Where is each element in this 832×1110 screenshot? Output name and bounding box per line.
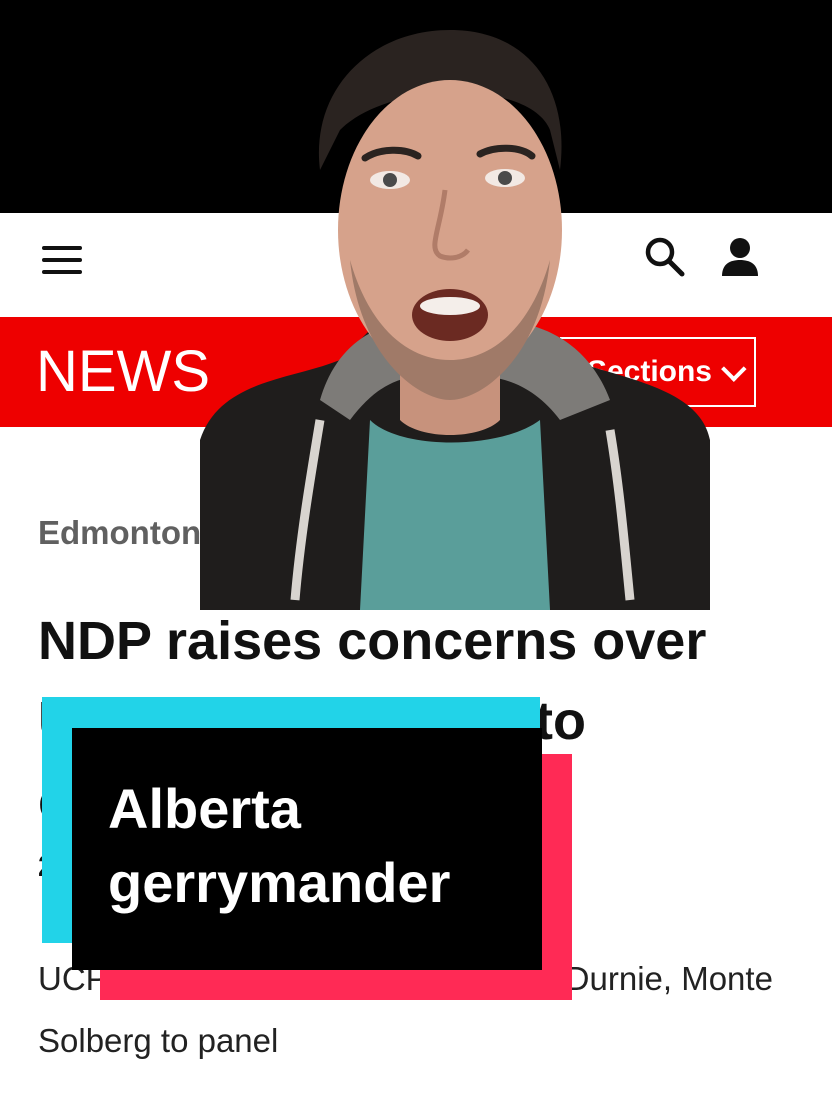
user-icon[interactable] (720, 236, 760, 278)
chevron-down-icon (721, 356, 747, 382)
caption-line-1: Alberta (108, 777, 301, 840)
article-kicker[interactable]: Edmonton (38, 514, 201, 552)
caption-text: Alberta gerrymander (108, 772, 450, 920)
news-logo[interactable]: NEWS (36, 338, 210, 406)
hamburger-menu-icon[interactable] (42, 246, 82, 274)
caption-line-2: gerrymander (108, 851, 451, 914)
presenter-video-overlay (200, 0, 710, 610)
